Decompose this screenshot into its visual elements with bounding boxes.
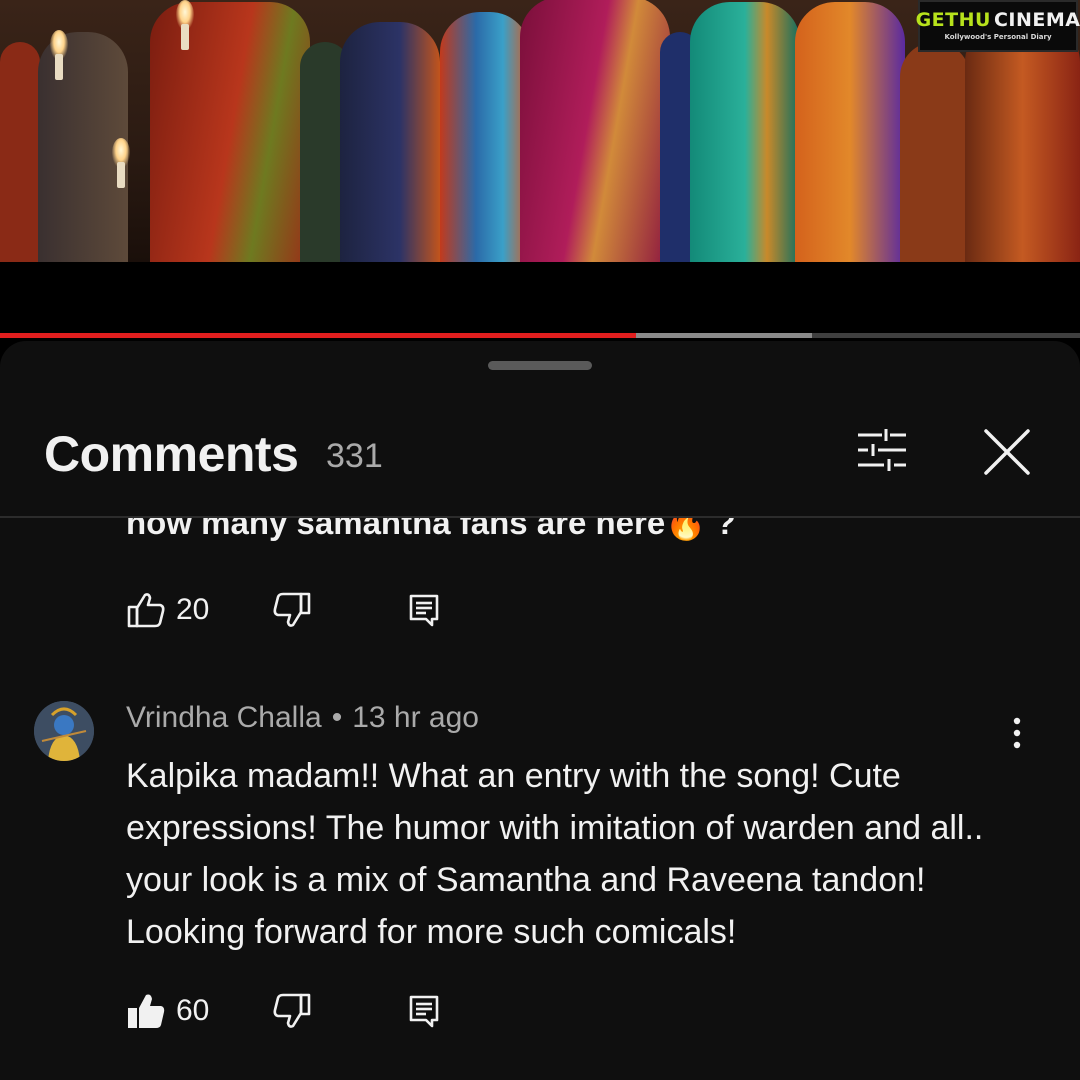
sliders-icon xyxy=(858,429,906,471)
thumb-up-filled-icon xyxy=(128,994,165,1028)
video-player[interactable]: GETHU CINEMA Kollywood's Personal Diary xyxy=(0,0,1080,262)
reply-icon xyxy=(409,594,439,627)
dislike-button[interactable] xyxy=(272,991,312,1031)
comment-menu-button[interactable] xyxy=(1004,716,1030,750)
meta-separator: • xyxy=(331,701,343,734)
like-count: 20 xyxy=(176,593,210,626)
comment-meta: Vrindha Challa • 13 hr ago xyxy=(126,701,479,735)
avatar[interactable] xyxy=(34,701,94,761)
close-icon xyxy=(984,429,1030,475)
comment-author[interactable]: Vrindha Challa xyxy=(126,701,322,734)
comment-actions: 20 xyxy=(126,590,442,630)
more-vert-icon xyxy=(1013,717,1021,749)
progress-played xyxy=(0,333,637,338)
comment-text: Kalpika madam!! What an entry with the s… xyxy=(126,757,984,951)
comments-count: 331 xyxy=(326,437,383,475)
watermark-part2: CINEMA xyxy=(993,9,1080,31)
like-button[interactable]: 60 xyxy=(126,991,272,1031)
comment-actions-2: 60 xyxy=(126,991,442,1031)
close-button[interactable] xyxy=(982,427,1032,477)
comment-time: 13 hr ago xyxy=(352,701,479,734)
avatar-image xyxy=(34,701,94,761)
comments-sheet: Comments 331 how many samantha fans are … xyxy=(0,341,1080,1080)
watermark-part1: GETHU xyxy=(915,9,991,31)
video-letterbox xyxy=(0,262,1080,334)
like-count: 60 xyxy=(176,994,210,1027)
drag-handle[interactable] xyxy=(488,361,592,370)
channel-watermark: GETHU CINEMA Kollywood's Personal Diary xyxy=(915,0,1080,52)
comment-text: how many samantha fans are here🔥 ? xyxy=(126,518,736,541)
reply-button[interactable] xyxy=(406,592,442,628)
thumb-up-outline-icon xyxy=(127,593,165,628)
like-button[interactable]: 20 xyxy=(126,590,272,630)
dislike-button[interactable] xyxy=(272,590,312,630)
thumb-down-outline-icon xyxy=(273,592,311,627)
sort-filter-button[interactable] xyxy=(856,427,908,473)
reply-icon xyxy=(409,995,439,1028)
comments-title: Comments xyxy=(44,426,299,482)
watermark-tagline: Kollywood's Personal Diary xyxy=(944,33,1052,41)
reply-button[interactable] xyxy=(406,993,442,1029)
thumb-down-outline-icon xyxy=(273,993,311,1028)
video-progress-bar[interactable] xyxy=(0,333,1080,338)
